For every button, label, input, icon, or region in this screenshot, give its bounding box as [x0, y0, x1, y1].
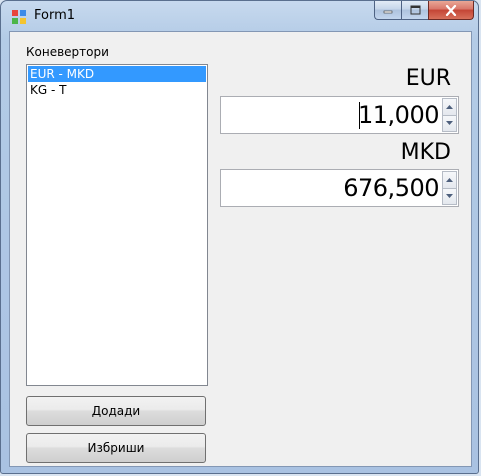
list-item-kg-t[interactable]: KG - T	[28, 82, 206, 98]
from-spinner	[442, 98, 457, 132]
list-item-eur-mkd[interactable]: EUR - MKD	[28, 66, 206, 82]
converters-listbox[interactable]: EUR - MKD KG - T	[26, 64, 208, 386]
to-unit-label: MKD	[400, 140, 451, 165]
to-value-text: 676,500	[343, 174, 439, 202]
up-arrow-icon	[446, 104, 453, 109]
maximize-icon	[410, 5, 420, 15]
from-value-text: 11,000	[358, 101, 439, 129]
main-window: Form1 Коневертори EUR - MKD KG - T Додад…	[0, 0, 479, 474]
to-spinner	[442, 171, 457, 205]
from-value-input[interactable]: 11,000	[220, 96, 459, 134]
from-spin-down-button[interactable]	[442, 115, 457, 132]
app-icon	[11, 9, 27, 25]
minimize-icon	[383, 10, 393, 14]
title-bar[interactable]: Form1	[1, 1, 480, 31]
add-button[interactable]: Додади	[26, 396, 206, 426]
down-arrow-icon	[446, 194, 453, 199]
converters-label: Коневертори	[26, 45, 109, 59]
to-spin-up-button[interactable]	[442, 171, 457, 189]
close-icon	[445, 4, 457, 16]
from-unit-label: EUR	[405, 66, 451, 91]
up-arrow-icon	[446, 177, 453, 182]
window-title: Form1	[34, 8, 76, 23]
from-spin-up-button[interactable]	[442, 98, 457, 116]
caption-buttons	[374, 1, 474, 21]
maximize-button[interactable]	[401, 1, 428, 20]
minimize-button[interactable]	[374, 1, 401, 20]
delete-button[interactable]: Избриши	[26, 433, 206, 463]
to-value-input[interactable]: 676,500	[220, 169, 459, 207]
to-spin-down-button[interactable]	[442, 188, 457, 205]
close-button[interactable]	[428, 1, 474, 20]
down-arrow-icon	[446, 121, 453, 126]
client-area: Коневертори EUR - MKD KG - T Додади Избр…	[9, 31, 472, 467]
